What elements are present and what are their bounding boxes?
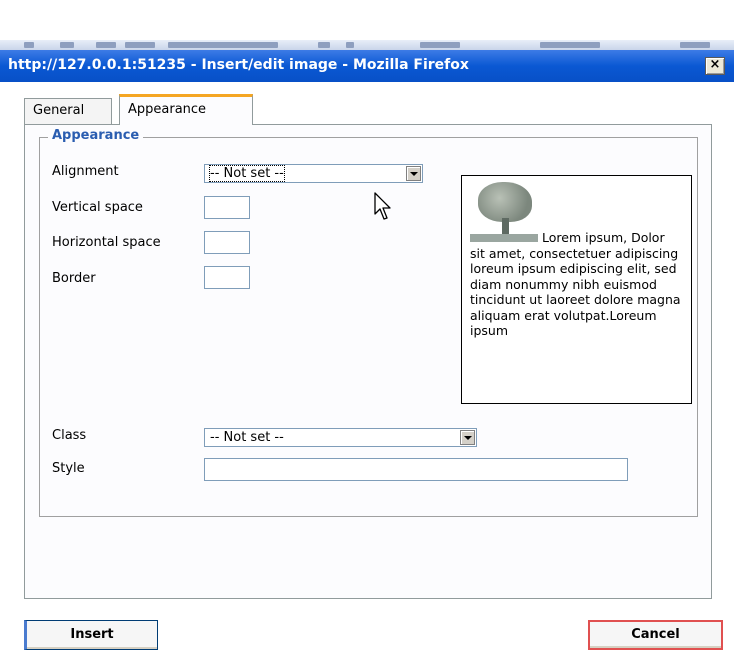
tree-thumbnail-icon [470, 180, 538, 242]
tab-appearance[interactable]: Appearance [119, 94, 253, 125]
tab-general[interactable]: General [24, 98, 112, 124]
window-titlebar[interactable]: http://127.0.0.1:51235 - Insert/edit ima… [0, 50, 734, 82]
alignment-label: Alignment [52, 164, 119, 179]
window-title: http://127.0.0.1:51235 - Insert/edit ima… [8, 57, 469, 73]
fieldset-legend: Appearance [48, 128, 144, 143]
insert-button[interactable]: Insert [24, 620, 158, 650]
class-label: Class [52, 428, 87, 443]
chevron-down-icon[interactable] [406, 166, 421, 181]
background-window-toolbar [0, 40, 734, 50]
border-input[interactable] [204, 266, 250, 289]
image-preview: Lorem ipsum, Dolor sit amet, consectetue… [461, 175, 692, 404]
insert-image-dialog: General Appearance Appearance Alignment … [0, 82, 734, 652]
appearance-fieldset: Appearance Alignment -- Not set -- Verti… [39, 128, 698, 517]
border-label: Border [52, 271, 96, 286]
vertical-space-input[interactable] [204, 196, 250, 219]
alignment-select[interactable]: -- Not set -- [204, 164, 423, 183]
appearance-panel: Appearance Alignment -- Not set -- Verti… [24, 124, 712, 599]
class-select[interactable]: -- Not set -- [204, 428, 477, 447]
alignment-value: -- Not set -- [209, 165, 285, 182]
cancel-button[interactable]: Cancel [588, 620, 723, 650]
style-label: Style [52, 461, 85, 476]
chevron-down-icon[interactable] [460, 430, 475, 445]
mouse-pointer-icon [374, 192, 391, 220]
class-value: -- Not set -- [210, 430, 284, 445]
vertical-space-label: Vertical space [52, 200, 143, 215]
close-icon[interactable]: × [705, 57, 725, 75]
horizontal-space-input[interactable] [204, 231, 250, 254]
style-input[interactable] [204, 458, 628, 481]
horizontal-space-label: Horizontal space [52, 235, 161, 250]
